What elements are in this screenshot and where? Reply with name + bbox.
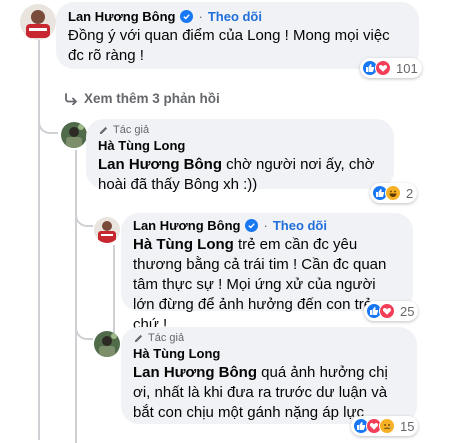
- reaction-count: 101: [396, 60, 418, 76]
- follow-button[interactable]: Theo dõi: [273, 218, 327, 233]
- author-badge: Tác giả: [133, 332, 405, 344]
- comment-author[interactable]: Hà Tùng Long: [133, 346, 405, 361]
- separator-dot: ·: [263, 218, 268, 233]
- thread-curve-reply-2: [75, 205, 93, 227]
- reaction-count: 15: [400, 418, 415, 434]
- reaction-summary[interactable]: 2: [370, 183, 418, 203]
- verified-badge-icon: [245, 219, 259, 232]
- pencil-icon: [99, 126, 108, 134]
- comment-author[interactable]: Lan Hương Bông: [68, 9, 175, 24]
- pencil-icon: [134, 334, 143, 342]
- follow-button[interactable]: Theo dõi: [208, 9, 262, 24]
- mention-link[interactable]: Lan Hương Bông: [133, 364, 257, 381]
- reaction-summary[interactable]: 15: [351, 416, 419, 436]
- comment-author[interactable]: Hà Tùng Long: [98, 138, 382, 153]
- mention-link[interactable]: Lan Hương Bông: [98, 156, 222, 173]
- comment-bubble: Lan Hương Bông · Theo dõi Hà Tùng Long t…: [121, 213, 413, 333]
- reaction-count: 25: [400, 303, 415, 319]
- sad-icon: [379, 418, 395, 434]
- thread-line-main: [38, 40, 40, 440]
- comment-bubble: Tác giả Hà Tùng Long Lan Hương Bông chờ …: [86, 119, 394, 193]
- view-more-replies-label: Xem thêm 3 phản hồi: [84, 91, 220, 106]
- author-badge: Tác giả: [98, 124, 382, 136]
- love-icon: [375, 60, 391, 76]
- verified-badge-icon: [180, 10, 194, 23]
- avatar[interactable]: [61, 122, 87, 148]
- thread-curve-reply-1: [38, 112, 58, 134]
- thread-line-nested-2: [113, 245, 115, 340]
- thread-curve-reply-3: [75, 320, 93, 340]
- avatar[interactable]: [94, 217, 120, 243]
- reaction-summary[interactable]: 101: [360, 58, 422, 78]
- mention-link[interactable]: Hà Tùng Long: [133, 236, 234, 253]
- comment-text: Lan Hương Bông quá ảnh hưởng chị ơi, nhấ…: [133, 364, 388, 421]
- haha-icon: [385, 185, 401, 201]
- comment-bubble: Tác giả Hà Tùng Long Lan Hương Bông quá …: [121, 327, 417, 424]
- comment-text: Đồng ý với quan điểm của Long ! Mong mọi…: [68, 27, 390, 64]
- view-more-replies-link[interactable]: Xem thêm 3 phản hồi: [64, 91, 220, 106]
- comment-author[interactable]: Lan Hương Bông: [133, 218, 240, 233]
- love-icon: [379, 303, 395, 319]
- avatar[interactable]: [20, 4, 56, 40]
- author-badge-label: Tác giả: [148, 332, 185, 344]
- comment-text: Hà Tùng Long trẻ em cần đc yêu thương bằ…: [133, 236, 387, 333]
- avatar[interactable]: [94, 331, 120, 357]
- thread-line-nested: [75, 150, 77, 443]
- separator-dot: ·: [198, 9, 203, 24]
- reaction-count: 2: [406, 185, 414, 201]
- author-badge-label: Tác giả: [113, 124, 150, 136]
- comment-text: Lan Hương Bông chờ người nơi ấy, chờ hoà…: [98, 156, 375, 193]
- reply-arrow-icon: [65, 92, 77, 105]
- reaction-summary[interactable]: 25: [364, 301, 419, 321]
